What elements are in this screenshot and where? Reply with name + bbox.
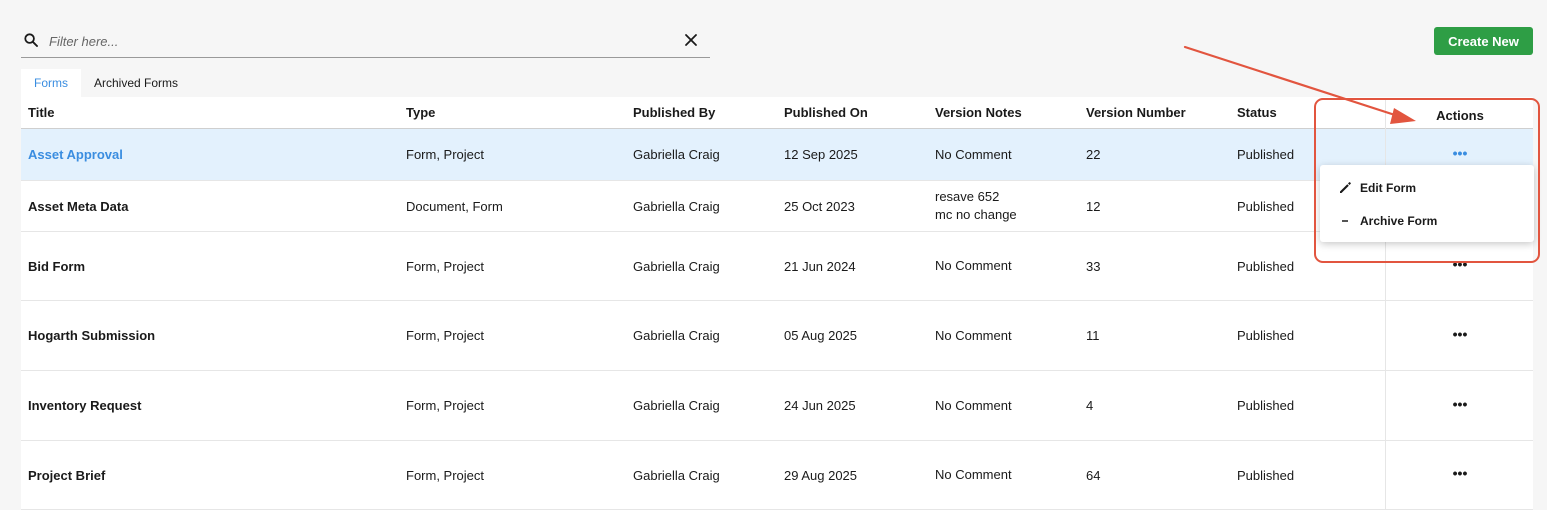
version-notes-cell: No Comment (935, 258, 1012, 273)
create-new-button[interactable]: Create New (1434, 27, 1533, 55)
search-input[interactable] (49, 30, 649, 52)
version-notes-cell: No Comment (935, 467, 1012, 482)
version-number-cell: 11 (1086, 328, 1100, 343)
table-row[interactable]: Asset Approval Form, Project Gabriella C… (21, 129, 1533, 181)
title-cell: Asset Meta Data (28, 181, 128, 231)
more-horizontal-icon[interactable]: ••• (1453, 327, 1468, 343)
actions-cell: ••• (1385, 301, 1534, 370)
type-cell: Document, Form (406, 198, 503, 214)
published-by-cell: Gabriella Craig (633, 467, 720, 483)
form-title: Hogarth Submission (28, 328, 156, 343)
form-title: Asset Meta Data (28, 198, 129, 214)
title-cell: Inventory Request (28, 371, 141, 440)
table-row[interactable]: Asset Meta Data Document, Form Gabriella… (21, 181, 1533, 232)
form-title: Bid Form (28, 258, 86, 274)
status-cell: Published (1237, 258, 1295, 274)
version-number-cell: 4 (1086, 398, 1094, 413)
actions-cell: ••• (1385, 441, 1534, 509)
form-title-link[interactable]: Asset Approval (28, 147, 123, 162)
tab-bar: Forms Archived Forms (21, 69, 191, 97)
table-header-row: Title Type Published By Published On Ver… (21, 97, 1533, 131)
form-title: Inventory Request (28, 398, 142, 413)
table-row[interactable]: Project Brief Form, Project Gabriella Cr… (21, 441, 1533, 510)
version-notes-cell: resave 652 mc no change (935, 181, 1017, 231)
version-notes-cell: No Comment (935, 397, 1012, 413)
status-cell: Published (1237, 467, 1295, 483)
published-by-cell: Gabriella Craig (633, 198, 720, 214)
tab-archived-forms[interactable]: Archived Forms (81, 69, 191, 97)
table-row[interactable]: Hogarth Submission Form, Project Gabriel… (21, 301, 1533, 371)
version-notes-cell: No Comment (935, 327, 1012, 343)
table-row[interactable]: Bid Form Form, Project Gabriella Craig 2… (21, 232, 1533, 301)
type-cell: Form, Project (406, 398, 485, 413)
version-notes-line: mc no change (935, 207, 1017, 222)
published-by-cell: Gabriella Craig (633, 258, 720, 274)
version-number-cell: 22 (1086, 147, 1101, 162)
published-by-cell: Gabriella Craig (633, 398, 720, 413)
forms-table: Title Type Published By Published On Ver… (21, 97, 1533, 510)
status-cell: Published (1237, 398, 1295, 413)
published-by-cell: Gabriella Craig (633, 328, 720, 343)
column-header-published-by[interactable]: Published By (633, 97, 715, 128)
form-title: Project Brief (28, 467, 106, 483)
type-cell: Form, Project (406, 147, 485, 162)
status-cell: Published (1237, 328, 1295, 343)
version-notes-cell: No Comment (935, 146, 1012, 162)
column-header-version-number[interactable]: Version Number (1086, 97, 1186, 128)
published-on-cell: 21 Jun 2024 (784, 258, 856, 274)
version-notes-line: resave 652 (935, 189, 1000, 204)
published-on-cell: 12 Sep 2025 (784, 147, 858, 162)
actions-cell: ••• (1385, 371, 1534, 440)
table-row[interactable]: Inventory Request Form, Project Gabriell… (21, 371, 1533, 441)
title-cell: Hogarth Submission (28, 301, 155, 370)
column-header-status[interactable]: Status (1237, 97, 1277, 128)
type-cell: Form, Project (406, 328, 485, 343)
more-horizontal-icon[interactable]: ••• (1453, 397, 1468, 413)
status-cell: Published (1237, 198, 1295, 214)
tab-forms[interactable]: Forms (21, 69, 81, 97)
column-header-published-on[interactable]: Published On (784, 97, 868, 128)
title-cell: Bid Form (28, 232, 85, 300)
published-by-cell: Gabriella Craig (633, 147, 720, 162)
published-on-cell: 25 Oct 2023 (784, 198, 855, 214)
published-on-cell: 05 Aug 2025 (784, 328, 858, 343)
search-icon (24, 33, 38, 47)
column-header-type[interactable]: Type (406, 97, 435, 128)
type-cell: Form, Project (406, 258, 485, 274)
title-cell: Asset Approval (28, 129, 123, 180)
search-bar (21, 27, 710, 58)
version-number-cell: 64 (1086, 467, 1101, 483)
version-number-cell: 33 (1086, 258, 1101, 274)
status-cell: Published (1237, 147, 1295, 162)
type-cell: Form, Project (406, 467, 485, 483)
title-cell: Project Brief (28, 441, 105, 509)
close-icon[interactable] (682, 31, 700, 49)
published-on-cell: 24 Jun 2025 (784, 398, 856, 413)
annotation-highlight-box (1314, 98, 1540, 263)
column-header-version-notes[interactable]: Version Notes (935, 97, 1022, 128)
more-horizontal-icon[interactable]: ••• (1453, 466, 1468, 482)
published-on-cell: 29 Aug 2025 (784, 467, 858, 483)
version-number-cell: 12 (1086, 198, 1101, 214)
column-header-title[interactable]: Title (28, 97, 55, 128)
